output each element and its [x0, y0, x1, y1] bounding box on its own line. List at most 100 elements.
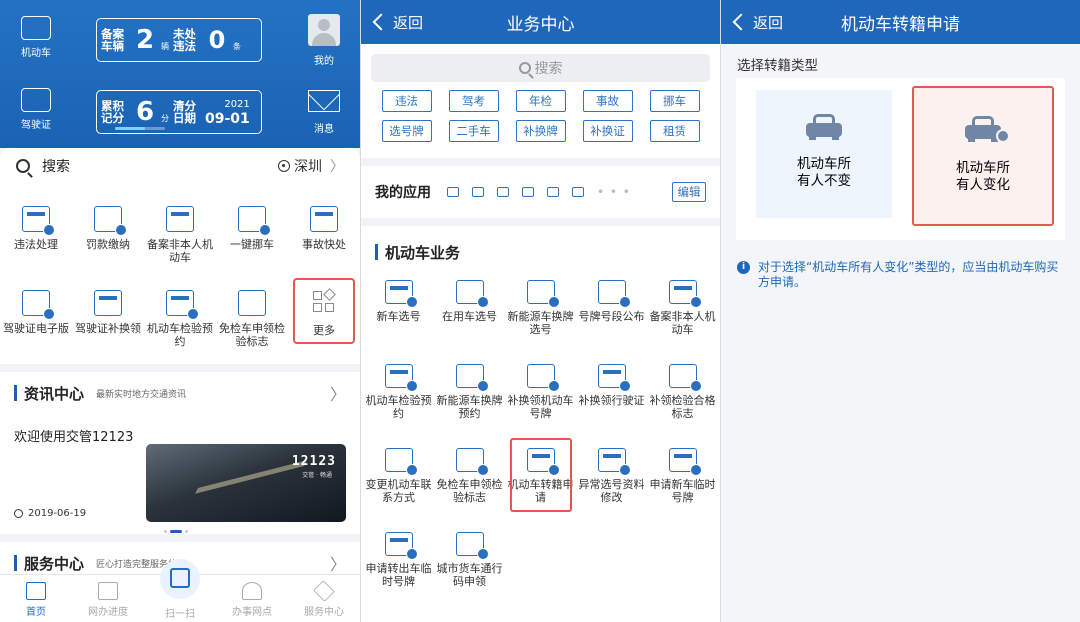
- tag-annual-inspection[interactable]: 年检: [515, 90, 566, 112]
- edit-button[interactable]: 编辑: [672, 182, 706, 202]
- violations-count: 0: [208, 26, 226, 54]
- biz-register-vehicle[interactable]: 备案非本人机动车: [647, 278, 718, 362]
- tab-scan[interactable]: 扫一扫: [144, 559, 216, 622]
- plate-icon: [455, 364, 489, 392]
- license-card[interactable]: 累积记分 6 分 清分日期 2021 09-01: [96, 90, 262, 134]
- license-tile[interactable]: 驾驶证: [10, 84, 62, 131]
- info-icon: i: [737, 261, 750, 274]
- option-owner-unchanged[interactable]: 机动车所有人不变: [756, 90, 892, 218]
- tab-home[interactable]: 首页: [0, 575, 72, 622]
- chevron-right-icon[interactable]: 〉: [330, 381, 346, 405]
- chevron-left-icon: [372, 13, 390, 31]
- badge-icon: [238, 290, 266, 316]
- business-search-area: 搜索 违法 驾考 年检 事故 挪车 选号牌 二手车 补换牌 补换证 租赁: [361, 44, 720, 158]
- news-header[interactable]: 资讯中心 最新实时地方交通资讯 〉: [0, 372, 360, 414]
- app-shortcut-icon[interactable]: [472, 187, 484, 197]
- biz-replace-plate[interactable]: 补换领机动车号牌: [505, 362, 576, 446]
- license-card-icon: [94, 290, 122, 316]
- biz-replace-registration[interactable]: 补换领行驶证: [576, 362, 647, 446]
- license-icon: [21, 88, 51, 112]
- service-accident[interactable]: 事故快处: [288, 194, 360, 278]
- city-selector[interactable]: 深圳 〉: [278, 156, 344, 176]
- home-header: 机动车 备案车辆 2 辆 未处违法 0 条 我的 驾驶证 累积记分 6 分 清分…: [0, 0, 360, 148]
- tag-replace-license[interactable]: 补换证: [582, 120, 633, 142]
- contact-card-icon: [384, 448, 418, 476]
- service-violation[interactable]: 违法处理: [0, 194, 72, 278]
- app-shortcut-icon[interactable]: [497, 187, 509, 197]
- biz-inspection-sticker[interactable]: 补领检验合格标志: [647, 362, 718, 446]
- more-highlight[interactable]: 更多: [293, 278, 355, 344]
- service-e-license[interactable]: 驾驶证电子版: [0, 278, 72, 362]
- points-progress-bar: [115, 127, 165, 130]
- tag-accident[interactable]: 事故: [582, 90, 633, 112]
- tag-used-car[interactable]: 二手车: [448, 120, 499, 142]
- tab-outlets[interactable]: 办事网点: [216, 575, 288, 622]
- home-search-bar[interactable]: 搜索 深圳 〉: [0, 148, 360, 184]
- app-shortcut-icon[interactable]: [572, 187, 584, 197]
- biz-vehicle-transfer[interactable]: 机动车转籍申请: [505, 438, 576, 530]
- service-fine-payment[interactable]: 罚款缴纳: [72, 194, 144, 278]
- search-input[interactable]: 搜索: [371, 54, 710, 82]
- biz-abnormal-plate-edit[interactable]: 异常选号资料修改: [576, 446, 647, 530]
- tag-rental[interactable]: 租赁: [649, 120, 700, 142]
- vehicle-row[interactable]: 机动车 备案车辆 2 辆 未处违法 0 条 我的: [0, 12, 360, 72]
- news-title: 资讯中心: [24, 384, 85, 403]
- envelope-icon: [308, 90, 340, 112]
- biz-ev-booking[interactable]: 新能源车换牌预约: [434, 362, 505, 446]
- my-profile[interactable]: 我的: [302, 12, 346, 67]
- service-license-renew[interactable]: 驾驶证补换领: [72, 278, 144, 362]
- license-row[interactable]: 驾驶证 累积记分 6 分 清分日期 2021 09-01 消息: [0, 84, 360, 144]
- biz-new-car-plate[interactable]: 新车选号: [363, 278, 434, 362]
- nav-bar: 返回 业务中心: [361, 0, 720, 44]
- app-shortcut-icon[interactable]: [447, 187, 459, 197]
- vehicle-label: 机动车: [21, 48, 51, 59]
- news-image-brand: 12123: [291, 454, 336, 469]
- biz-inspection-booking[interactable]: 机动车检验预约: [363, 362, 434, 446]
- service-exempt-sticker[interactable]: 免检车申领检验标志: [216, 278, 288, 362]
- points-label: 累积记分: [101, 99, 124, 125]
- chevron-right-icon[interactable]: 〉: [330, 551, 346, 575]
- app-shortcut-icon[interactable]: [547, 187, 559, 197]
- tab-progress[interactable]: 网办进度: [72, 575, 144, 622]
- service-inspection-booking[interactable]: 机动车检验预约: [144, 278, 216, 362]
- tag-violation[interactable]: 违法: [381, 90, 432, 112]
- my-apps-bar: 我的应用 • • • 编辑: [361, 166, 720, 218]
- city-name: 深圳: [294, 159, 322, 175]
- transfer-application-screen: 返回 机动车转籍申请 选择转籍类型 机动车所有人不变 机动车所有人变化 i 对于…: [720, 0, 1080, 622]
- biz-ev-plate[interactable]: 新能源车换牌选号: [505, 278, 576, 362]
- biz-plate-range[interactable]: 号牌号段公布: [576, 278, 647, 362]
- tag-select-plate[interactable]: 选号牌: [381, 120, 432, 142]
- service-register-vehicle[interactable]: 备案非本人机动车: [144, 194, 216, 278]
- service-center-title: 服务中心: [24, 554, 85, 573]
- biz-change-contact[interactable]: 变更机动车联系方式: [363, 446, 434, 530]
- edit-document-icon: [597, 448, 631, 476]
- service-label: 违法处理: [14, 238, 58, 251]
- home-services-grid: 违法处理 罚款缴纳 备案非本人机动车 一键挪车 事故快处 驾驶证电子版 驾驶证补…: [0, 184, 360, 364]
- news-card[interactable]: 欢迎使用交管12123 2019-06-19 12123 交管 · 畅通: [0, 430, 360, 540]
- vehicle-tile[interactable]: 机动车: [10, 12, 62, 59]
- tag-replace-plate[interactable]: 补换牌: [515, 120, 566, 142]
- badge-icon: [668, 364, 702, 392]
- biz-truck-pass[interactable]: 城市货车通行码申领: [434, 530, 505, 614]
- car-swap-icon: [455, 280, 489, 308]
- info-note-text: 对于选择“机动车所有人变化”类型的，应当由机动车购买方申请。: [758, 260, 1059, 289]
- service-move-car[interactable]: 一键挪车: [216, 194, 288, 278]
- tag-move-car[interactable]: 挪车: [649, 90, 700, 112]
- location-icon: [242, 582, 262, 600]
- option-owner-changed[interactable]: 机动车所有人变化: [912, 86, 1054, 226]
- back-button[interactable]: 返回: [371, 0, 423, 44]
- truck-icon: [455, 532, 489, 560]
- messages[interactable]: 消息: [302, 84, 346, 135]
- chevron-left-icon: [732, 13, 750, 31]
- biz-used-car-plate[interactable]: 在用车选号: [434, 278, 505, 362]
- service-more[interactable]: 更多: [288, 278, 360, 362]
- vehicle-card[interactable]: 备案车辆 2 辆 未处违法 0 条: [96, 18, 262, 62]
- biz-new-temp-plate[interactable]: 申请新车临时号牌: [647, 446, 718, 530]
- tag-driving-test[interactable]: 驾考: [448, 90, 499, 112]
- app-shortcut-icon[interactable]: [522, 187, 534, 197]
- biz-transfer-temp-plate[interactable]: 申请转出车临时号牌: [363, 530, 434, 614]
- news-image[interactable]: 12123 交管 · 畅通: [146, 444, 346, 522]
- biz-exempt-sticker[interactable]: 免检车申领检验标志: [434, 446, 505, 530]
- back-button[interactable]: 返回: [731, 0, 783, 44]
- tab-service-center[interactable]: 服务中心: [288, 575, 360, 622]
